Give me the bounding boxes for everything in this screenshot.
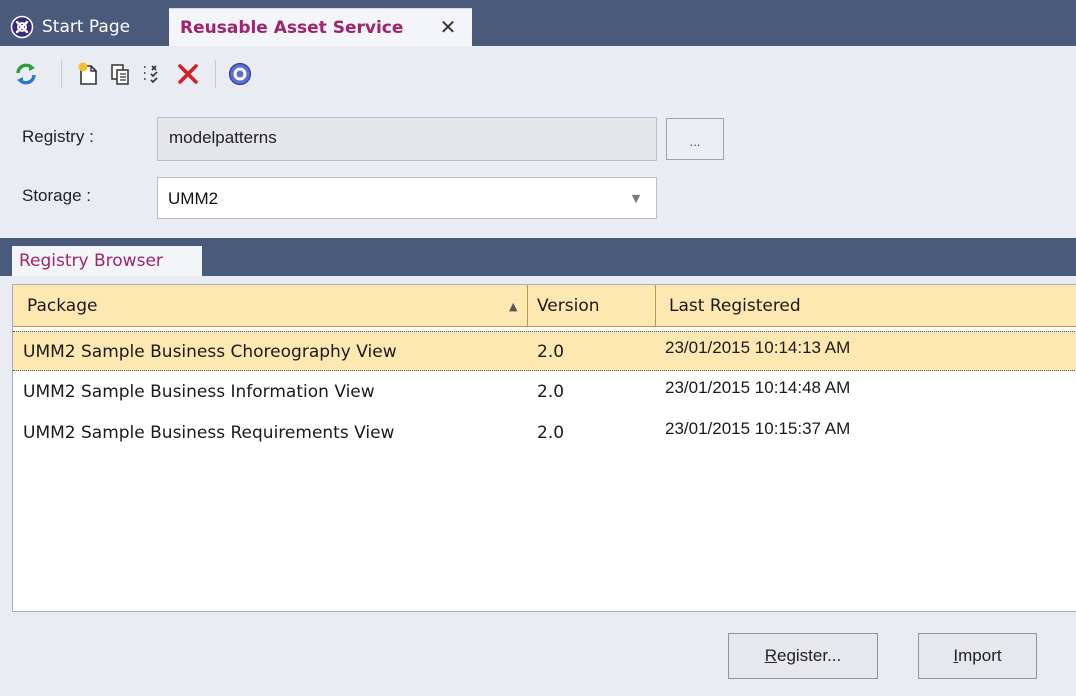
copy-button[interactable] [105,59,135,89]
table-row[interactable]: UMM2 Sample Business Information View 2.… [13,372,1076,412]
refresh-button[interactable] [11,59,41,89]
tab-start-page-label: Start Page [42,17,131,37]
column-separator[interactable] [655,285,656,327]
new-button[interactable] [73,59,103,89]
column-header-version[interactable]: Version [537,285,600,327]
import-button[interactable]: Import [918,633,1037,679]
browse-registry-button[interactable]: ... [666,118,724,160]
tab-reusable-asset-service-label: Reusable Asset Service [180,17,404,38]
register-button-label: egister... [777,646,842,665]
registry-value: modelpatterns [169,128,277,147]
toolbar-separator [215,60,216,88]
storage-dropdown[interactable]: UMM2 ▼ [157,177,657,219]
delete-button[interactable] [173,59,203,89]
copy-icon [111,64,129,85]
table-row[interactable]: UMM2 Sample Business Choreography View 2… [13,331,1076,371]
refresh-icon [16,63,36,85]
storage-value: UMM2 [168,189,219,208]
chevron-down-icon[interactable]: ▼ [624,178,648,218]
version-cell: 2.0 [537,342,565,362]
tab-registry-browser[interactable]: Registry Browser [12,246,202,276]
close-tab-icon[interactable]: ✕ [437,15,459,39]
column-header-package[interactable]: Package [27,285,97,327]
package-cell: UMM2 Sample Business Information View [23,382,375,402]
tab-registry-browser-label: Registry Browser [19,251,163,271]
toolbar-separator [61,60,62,88]
last-registered-cell: 23/01/2015 10:15:37 AM [665,419,851,438]
last-registered-cell: 23/01/2015 10:14:48 AM [665,378,851,397]
grid-header: Package ▲ Version Last Registered [13,285,1076,327]
register-button[interactable]: Register... [728,633,878,679]
package-cell: UMM2 Sample Business Requirements View [23,423,395,443]
version-cell: 2.0 [537,382,565,402]
toolbar [0,46,1076,102]
help-button[interactable] [225,59,255,89]
tab-start-page[interactable]: Start Page [6,8,166,46]
package-grid[interactable]: Package ▲ Version Last Registered UMM2 S… [12,284,1076,612]
help-icon [228,62,252,86]
import-button-label: mport [958,646,1002,665]
new-document-icon [78,62,97,85]
sort-ascending-icon: ▲ [509,300,518,313]
version-cell: 2.0 [537,423,565,443]
register-button-mnemonic: R [764,646,777,665]
document-tab-bar: Start Page Reusable Asset Service ✕ [0,0,1076,46]
package-cell: UMM2 Sample Business Choreography View [23,342,397,362]
start-page-logo-icon [10,15,34,39]
tab-reusable-asset-service[interactable]: Reusable Asset Service ✕ [169,8,472,46]
registry-label: Registry : [22,127,94,146]
column-header-last-registered[interactable]: Last Registered [669,285,801,327]
browser-tab-bar: Registry Browser [0,238,1076,276]
table-row[interactable]: UMM2 Sample Business Requirements View 2… [13,413,1076,453]
checklist-icon [144,65,158,84]
last-registered-cell: 23/01/2015 10:14:13 AM [665,338,851,357]
checklist-button[interactable] [137,59,167,89]
column-separator[interactable] [527,285,528,327]
delete-icon [178,64,198,84]
registry-field[interactable]: modelpatterns [157,117,657,161]
storage-label: Storage : [22,186,91,205]
